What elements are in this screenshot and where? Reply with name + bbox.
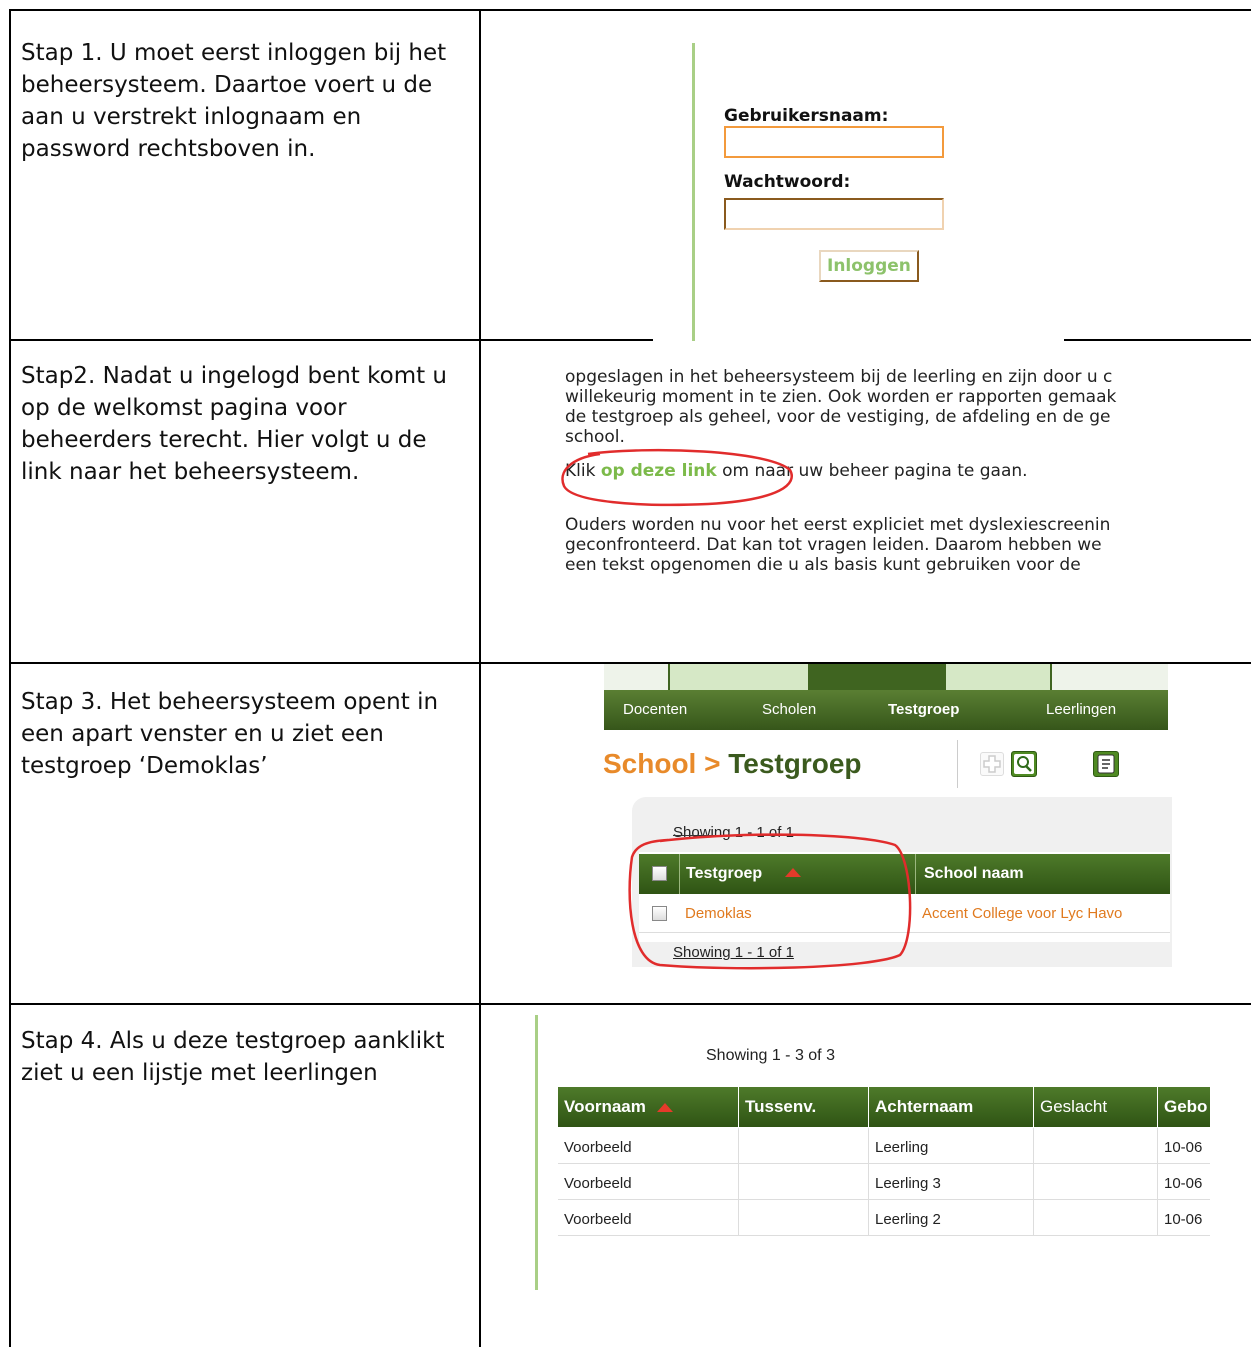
welcome-line-6: geconfronteerd. Dat kan tot vragen leide… — [565, 535, 1102, 555]
welcome-line-4: school. — [565, 427, 625, 447]
top-tab-strip — [604, 664, 1168, 690]
voornaam-link[interactable]: Voorbeeld — [564, 1175, 632, 1192]
tab-right — [946, 664, 1052, 690]
step-1-text: Stap 1. U moet eerst inloggen bij het be… — [21, 40, 447, 162]
column-voornaam-label: Voornaam — [564, 1097, 646, 1116]
welcome-line-7: een tekst opgenomen die u als basis kunt… — [565, 555, 1081, 575]
table-row-divider-1b — [1064, 339, 1251, 341]
breadcrumb-school[interactable]: School — [603, 748, 696, 779]
students-accent-line — [535, 1015, 538, 1290]
nav-leerlingen[interactable]: Leerlingen — [1046, 701, 1116, 718]
column-geboortedatum[interactable]: Gebo — [1158, 1087, 1210, 1127]
col-divider — [1157, 1128, 1158, 1236]
welcome-line-5: Ouders worden nu voor het eerst explicie… — [565, 515, 1111, 535]
voornaam-link[interactable]: Voorbeeld — [564, 1211, 632, 1228]
username-label: Gebruikersnaam: — [724, 106, 889, 126]
table-row-divider-1 — [9, 339, 653, 341]
tab-active — [808, 664, 946, 690]
sort-asc-icon[interactable] — [656, 1103, 673, 1112]
col-divider — [738, 1128, 739, 1236]
column-voornaam[interactable]: Voornaam — [558, 1087, 738, 1127]
achternaam-cell: Leerling — [875, 1139, 929, 1156]
column-tussenv[interactable]: Tussenv. — [739, 1087, 868, 1127]
nav-testgroep[interactable]: Testgroep — [888, 701, 959, 718]
students-showing: Showing 1 - 3 of 3 — [706, 1047, 835, 1064]
welcome-line-2: willekeurig moment in te zien. Ook worde… — [565, 387, 1117, 407]
breadcrumb-page: Testgroep — [728, 748, 862, 779]
admin-nav-bar: Docenten Scholen Testgroep Leerlingen — [604, 690, 1168, 730]
add-icon[interactable] — [980, 752, 1004, 776]
row-divider — [558, 1163, 1210, 1164]
row-divider — [558, 1199, 1210, 1200]
school-name-link[interactable]: Accent College voor Lyc Havo — [922, 905, 1122, 922]
voornaam-link[interactable]: Voorbeeld — [564, 1139, 632, 1156]
column-geslacht[interactable]: Geslacht — [1034, 1087, 1157, 1127]
row-divider — [558, 1235, 1210, 1236]
col-divider — [868, 1128, 869, 1236]
column-school-naam[interactable]: School naam — [924, 865, 1024, 883]
toolbar-divider — [957, 740, 958, 788]
nav-docenten[interactable]: Docenten — [623, 701, 687, 718]
step-2-text: Stap2. Nadat u ingelogd bent komt u op d… — [21, 363, 448, 485]
geboortedatum-cell: 10-06 — [1164, 1139, 1203, 1156]
link-highlight-ellipse — [561, 448, 793, 507]
welcome-line-1: opgeslagen in het beheersysteem bij de l… — [565, 367, 1113, 387]
table-border-top — [9, 9, 1251, 11]
username-input[interactable] — [724, 126, 944, 158]
report-icon[interactable] — [1093, 751, 1119, 777]
column-achternaam[interactable]: Achternaam — [869, 1087, 1033, 1127]
geboortedatum-cell: 10-06 — [1164, 1175, 1203, 1192]
table-column-divider — [479, 9, 481, 1347]
step-4-text: Stap 4. Als u deze testgroep aanklikt zi… — [21, 1028, 445, 1086]
welcome-line-3: de testgroep als geheel, voor de vestigi… — [565, 407, 1111, 427]
password-label: Wachtwoord: — [724, 172, 851, 192]
step-3-text: Stap 3. Het beheersysteem opent in een a… — [21, 689, 439, 779]
tab-left — [668, 664, 810, 690]
geboortedatum-cell: 10-06 — [1164, 1211, 1203, 1228]
achternaam-cell: Leerling 3 — [875, 1175, 941, 1192]
col-divider — [1033, 1128, 1034, 1236]
nav-scholen[interactable]: Scholen — [762, 701, 816, 718]
table-border-left — [9, 9, 11, 1347]
login-panel-accent-line — [692, 43, 695, 341]
login-button[interactable]: Inloggen — [819, 250, 919, 282]
table-row-divider-3 — [9, 1003, 1251, 1005]
grid-highlight-ellipse — [628, 833, 912, 970]
achternaam-cell: Leerling 2 — [875, 1211, 941, 1228]
page-title: School > Testgroep — [603, 748, 862, 780]
password-input[interactable] — [724, 198, 944, 230]
search-icon[interactable] — [1011, 751, 1037, 777]
breadcrumb-separator: > — [704, 748, 721, 779]
